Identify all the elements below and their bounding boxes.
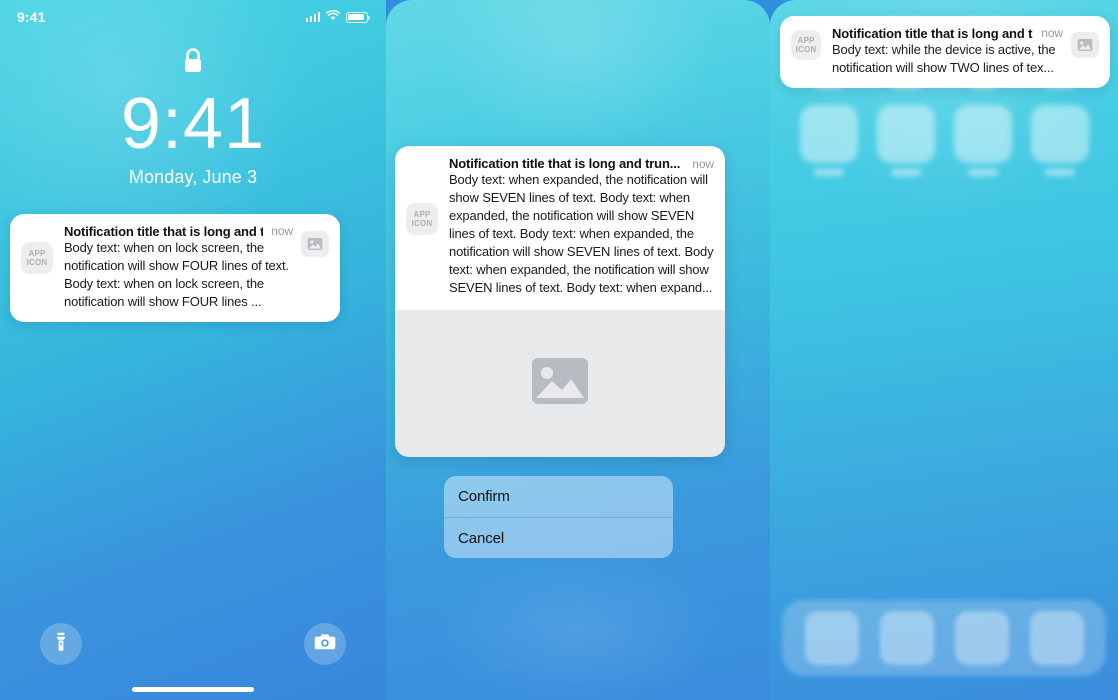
camera-icon — [314, 633, 336, 656]
app-label-placeholder — [967, 169, 998, 176]
flashlight-icon — [53, 632, 69, 657]
home-screen-dock — [782, 600, 1106, 676]
app-icon-placeholder — [1030, 105, 1089, 163]
app-icon-cell[interactable] — [1021, 105, 1098, 176]
dock-app-icon[interactable] — [954, 611, 1009, 665]
battery-icon — [346, 11, 370, 23]
notification-title: Notification title that is long and trun… — [449, 156, 681, 171]
notification-header: Notification title that is long and trun… — [449, 156, 714, 171]
lock-screen-notification[interactable]: APP ICON Notification title that is long… — [10, 214, 340, 323]
notification-text: Body text: when on lock screen, the noti… — [64, 240, 289, 310]
lock-screen-panel: 9:41 9:41 Monday, June 3 APP ICON Notifi… — [0, 0, 386, 700]
notification-timestamp: now — [692, 157, 714, 171]
app-icon-cell[interactable] — [790, 105, 867, 176]
wifi-icon — [325, 8, 341, 26]
app-icon-placeholder — [799, 105, 858, 163]
lock-screen-quick-actions — [0, 623, 386, 665]
status-bar-time: 9:41 — [17, 9, 46, 25]
expanded-notification-panel: APP ICON Notification title that is long… — [386, 0, 770, 700]
app-label-placeholder — [890, 169, 921, 176]
status-bar: 9:41 — [0, 0, 386, 34]
notification-thumbnail-wrap — [301, 224, 329, 257]
app-label-placeholder — [1044, 169, 1075, 176]
dock-app-icon[interactable] — [879, 611, 934, 665]
app-icon-placeholder: APP ICON — [21, 242, 53, 274]
notification-header: Notification title that is long and trun… — [832, 26, 1063, 41]
image-placeholder-icon — [531, 357, 589, 410]
home-screen-notification-banner[interactable]: APP ICON Notification title that is long… — [780, 16, 1110, 89]
app-icon-placeholder — [876, 105, 935, 163]
app-icon-cell[interactable] — [867, 105, 944, 176]
cellular-signal-icon — [305, 12, 320, 22]
notification-thumbnail-wrap — [1071, 26, 1099, 58]
confirm-button[interactable]: Confirm — [444, 476, 673, 517]
notification-text: Body text: when expanded, the notificati… — [449, 172, 714, 296]
app-label-placeholder — [813, 169, 844, 176]
expanded-notification-content: APP ICON Notification title that is long… — [395, 146, 725, 310]
dock-app-icon[interactable] — [804, 611, 859, 665]
notification-text: Body text: while the device is active, t… — [832, 42, 1056, 76]
lock-screen-date: Monday, June 3 — [128, 167, 258, 187]
notification-attachment[interactable] — [395, 310, 725, 458]
image-placeholder-icon — [301, 231, 329, 257]
notification-body-wrap: Notification title that is long and trun… — [832, 26, 1063, 77]
image-placeholder-icon — [1071, 32, 1099, 58]
notification-action-buttons: Confirm Cancel — [444, 476, 673, 558]
lock-closed-icon — [0, 46, 386, 76]
app-icon-placeholder: APP ICON — [406, 203, 438, 235]
dock-app-icon[interactable] — [1029, 611, 1084, 665]
notification-title: Notification title that is long and trun… — [64, 224, 264, 239]
app-icon-placeholder — [953, 105, 1012, 163]
notification-body-wrap: Notification title that is long and trun… — [64, 224, 293, 311]
status-bar-icons — [305, 8, 370, 26]
cancel-button[interactable]: Cancel — [444, 517, 673, 558]
expanded-notification-card[interactable]: APP ICON Notification title that is long… — [395, 146, 725, 458]
home-screen-panel: APP ICON Notification title that is long… — [770, 0, 1118, 700]
notification-header: Notification title that is long and trun… — [64, 224, 293, 239]
app-icon-placeholder: APP ICON — [791, 30, 821, 60]
notification-timestamp: now — [271, 224, 293, 238]
screenshot-stage: 9:41 9:41 Monday, June 3 APP ICON Notifi… — [0, 0, 1118, 700]
home-indicator[interactable] — [132, 687, 254, 692]
flashlight-button[interactable] — [40, 623, 82, 665]
notification-body-wrap: Notification title that is long and trun… — [449, 156, 714, 297]
camera-button[interactable] — [304, 623, 346, 665]
notification-title: Notification title that is long and trun… — [832, 26, 1033, 41]
app-icon-cell[interactable] — [944, 105, 1021, 176]
notification-timestamp: now — [1041, 26, 1063, 40]
lock-screen-clock: 9:41 — [120, 84, 266, 164]
